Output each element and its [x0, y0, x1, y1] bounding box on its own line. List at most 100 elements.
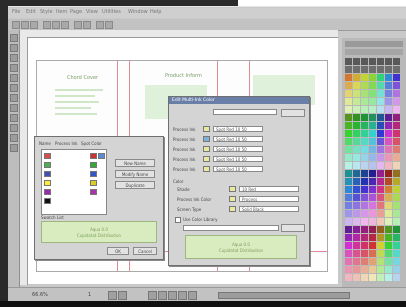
palette-swatch[interactable]	[353, 130, 360, 137]
palette-swatch[interactable]	[377, 98, 384, 105]
palette-swatch[interactable]	[369, 242, 376, 249]
palette-swatch[interactable]	[377, 210, 384, 217]
color-swatch[interactable]	[44, 189, 51, 195]
color-swatch[interactable]	[98, 153, 105, 159]
palette-swatch[interactable]	[345, 74, 352, 81]
ink-swatch[interactable]	[203, 136, 210, 142]
palette-swatch[interactable]	[361, 98, 368, 105]
palette-swatch[interactable]	[377, 266, 384, 273]
palette-swatch[interactable]	[393, 98, 400, 105]
print-icon[interactable]	[96, 21, 104, 29]
palette-swatch[interactable]	[377, 74, 384, 81]
palette-swatch[interactable]	[345, 58, 352, 65]
palette-swatch[interactable]	[353, 218, 360, 225]
palette-swatch[interactable]	[361, 82, 368, 89]
menu-window[interactable]: Window	[128, 9, 148, 15]
palette-swatch[interactable]	[385, 74, 392, 81]
menu-view[interactable]: View	[86, 9, 98, 15]
palette-swatch[interactable]	[385, 170, 392, 177]
link-tool-icon[interactable]	[10, 124, 18, 132]
palette-swatch[interactable]	[369, 250, 376, 257]
palette-swatch[interactable]	[361, 122, 368, 129]
palette-swatch[interactable]	[345, 162, 352, 169]
palette-swatch[interactable]	[361, 74, 368, 81]
palette-swatch[interactable]	[361, 90, 368, 97]
palette-swatch[interactable]	[393, 186, 400, 193]
color-swatch[interactable]	[44, 171, 51, 177]
palette-swatch[interactable]	[353, 114, 360, 121]
palette-swatch[interactable]	[377, 146, 384, 153]
palette-swatch[interactable]	[345, 90, 352, 97]
palette-swatch[interactable]	[369, 66, 376, 73]
palette-swatch[interactable]	[385, 90, 392, 97]
palette-swatch[interactable]	[377, 154, 384, 161]
palette-swatch[interactable]	[377, 138, 384, 145]
palette-swatch[interactable]	[361, 210, 368, 217]
swatch-grid[interactable]	[345, 58, 403, 283]
screen-type-field[interactable]: Solid Black	[239, 206, 299, 212]
palette-swatch[interactable]	[353, 66, 360, 73]
palette-swatch[interactable]	[345, 114, 352, 121]
palette-swatch[interactable]	[377, 106, 384, 113]
palette-swatch[interactable]	[361, 226, 368, 233]
ink-field[interactable]: Spot Red 10 50	[213, 156, 263, 162]
palette-swatch[interactable]	[369, 178, 376, 185]
zoom-icon[interactable]	[105, 21, 113, 29]
menu-item[interactable]: Item	[56, 9, 67, 15]
palette-swatch[interactable]	[361, 202, 368, 209]
palette-swatch[interactable]	[369, 194, 376, 201]
palette-swatch[interactable]	[385, 66, 392, 73]
palette-swatch[interactable]	[393, 114, 400, 121]
palette-swatch[interactable]	[377, 234, 384, 241]
menu-edit[interactable]: Edit	[26, 9, 36, 15]
palette-swatch[interactable]	[385, 274, 392, 281]
palette-swatch[interactable]	[353, 202, 360, 209]
palette-swatch[interactable]	[361, 114, 368, 121]
palette-swatch[interactable]	[345, 186, 352, 193]
palette-swatch[interactable]	[369, 106, 376, 113]
palette-swatch[interactable]	[369, 274, 376, 281]
duplicate-button[interactable]: Duplicate	[115, 181, 155, 189]
palette-swatch[interactable]	[353, 98, 360, 105]
page-number[interactable]: 1	[88, 292, 91, 298]
palette-swatch[interactable]	[385, 186, 392, 193]
use-library-checkbox[interactable]	[175, 217, 181, 223]
palette-swatch[interactable]	[385, 234, 392, 241]
process-field[interactable]: Process	[239, 196, 299, 202]
palette-swatch[interactable]	[377, 274, 384, 281]
open-icon[interactable]	[21, 21, 29, 29]
palette-swatch[interactable]	[345, 122, 352, 129]
palette-swatch[interactable]	[369, 266, 376, 273]
library-field[interactable]	[183, 225, 279, 231]
color-swatch[interactable]	[90, 162, 97, 168]
palette-swatch[interactable]	[393, 194, 400, 201]
ink-swatch[interactable]	[203, 146, 210, 152]
palette-swatch[interactable]	[385, 154, 392, 161]
name-field[interactable]	[213, 109, 277, 115]
palette-swatch[interactable]	[385, 194, 392, 201]
palette-swatch[interactable]	[385, 266, 392, 273]
line-tool-icon[interactable]	[10, 114, 18, 122]
palette-swatch[interactable]	[393, 218, 400, 225]
palette-swatch[interactable]	[345, 234, 352, 241]
ok-button[interactable]: OK	[107, 247, 129, 255]
palette-swatch[interactable]	[345, 66, 352, 73]
palette-swatch[interactable]	[353, 242, 360, 249]
palette-swatch[interactable]	[369, 146, 376, 153]
cancel-button[interactable]: Cancel	[133, 247, 157, 255]
palette-swatch[interactable]	[393, 74, 400, 81]
palette-swatch[interactable]	[369, 58, 376, 65]
palette-swatch[interactable]	[385, 130, 392, 137]
palette-swatch[interactable]	[385, 162, 392, 169]
palette-swatch[interactable]	[361, 218, 368, 225]
palette-swatch[interactable]	[393, 258, 400, 265]
palette-swatch[interactable]	[353, 162, 360, 169]
palette-swatch[interactable]	[377, 194, 384, 201]
palette-swatch[interactable]	[345, 242, 352, 249]
tab-name[interactable]: Name	[39, 141, 51, 146]
palette-swatch[interactable]	[361, 138, 368, 145]
palette-swatch[interactable]	[361, 266, 368, 273]
undo-icon[interactable]	[74, 21, 82, 29]
palette-swatch[interactable]	[393, 66, 400, 73]
palette-swatch[interactable]	[345, 146, 352, 153]
